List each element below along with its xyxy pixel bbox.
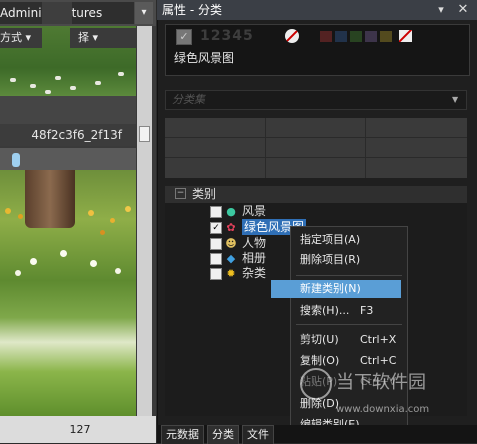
color-label-swatch[interactable] [320, 31, 332, 42]
menu-item-search[interactable]: 搜索(H)... F3 [300, 302, 373, 320]
color-label-swatch[interactable] [365, 31, 377, 42]
vertical-scrollbar[interactable] [137, 26, 152, 426]
color-label-swatch[interactable] [335, 31, 347, 42]
menu-item-new-category[interactable]: 新建类别(N) [300, 280, 361, 298]
watermark-text: 当下软件园 [336, 372, 426, 393]
tree-trunk-graphic [25, 170, 75, 228]
path-text-2: tures [71, 6, 103, 20]
menu-item-assign[interactable]: 指定项目(A) [300, 231, 360, 249]
checkbox[interactable] [210, 238, 222, 250]
status-value: 127 [69, 423, 91, 436]
menu-item-cut[interactable]: 剪切(U) Ctrl+X [300, 331, 396, 349]
category-tree-title: 类别 [192, 187, 217, 201]
zoom-slider-handle[interactable] [12, 153, 20, 167]
color-label-swatch[interactable] [380, 31, 392, 42]
menu-separator [296, 324, 402, 325]
watermark-logo [300, 368, 332, 400]
globe-icon: ● [226, 205, 236, 218]
checkbox[interactable] [210, 253, 222, 265]
zoom-slider[interactable] [0, 148, 136, 170]
select-menu[interactable]: 择 ▾ [70, 28, 136, 48]
clear-color-icon[interactable] [399, 30, 412, 42]
tree-item-label: 相册 [242, 251, 267, 265]
checkbox[interactable]: ✓ [210, 222, 222, 234]
tag-checkbox[interactable]: ✓ [176, 29, 192, 45]
path-text: Admini [0, 6, 42, 20]
tree-item-label: 杂类 [242, 266, 267, 280]
category-set-dropdown[interactable] [165, 90, 467, 110]
rating-digits[interactable]: 12345 [200, 28, 254, 44]
album-icon: ◆ [226, 252, 236, 265]
scrollbar-thumb[interactable] [139, 126, 150, 142]
sun-icon: ✹ [226, 267, 236, 280]
tab-file[interactable]: 文件 [242, 425, 274, 444]
tab-categories[interactable]: 分类 [207, 425, 239, 444]
view-mode-menu[interactable]: 方式 ▾ [0, 28, 42, 48]
tree-item-label: 人物 [242, 236, 267, 250]
menu-item-copy[interactable]: 复制(O) Ctrl+C [300, 352, 396, 370]
close-icon[interactable]: ✕ [456, 2, 470, 18]
file-name-label: 48f2c3f6_2f13f [0, 124, 136, 146]
clear-rating-icon[interactable] [285, 29, 299, 43]
checkbox[interactable] [210, 268, 222, 280]
panel-tab-bar [157, 425, 477, 443]
thumbnail-gap [0, 96, 136, 124]
menu-item-remove[interactable]: 删除项目(R) [300, 251, 360, 269]
chevron-down-icon[interactable]: ▼ [452, 90, 458, 110]
photo-name-label: 绿色风景图 [174, 51, 235, 65]
category-grid [165, 118, 467, 178]
panel-menu-icon[interactable]: ▾ [434, 2, 448, 18]
tree-item-label: 风景 [242, 204, 267, 218]
collapse-icon[interactable]: − [175, 188, 186, 199]
people-icon: ☻ [225, 237, 237, 250]
color-label-swatch[interactable] [350, 31, 362, 42]
category-set-placeholder: 分类集 [172, 93, 205, 106]
checkbox[interactable] [210, 206, 222, 218]
watermark-url: www.downxia.com [336, 404, 430, 415]
path-dropdown-button[interactable]: ▾ [135, 2, 153, 24]
path-field[interactable]: Admini tures [0, 2, 134, 24]
panel-title: 属性 - 分类 [162, 3, 222, 17]
flower-icon: ✿ [226, 221, 236, 234]
tab-metadata[interactable]: 元数据 [161, 425, 204, 444]
menu-separator [296, 275, 402, 276]
